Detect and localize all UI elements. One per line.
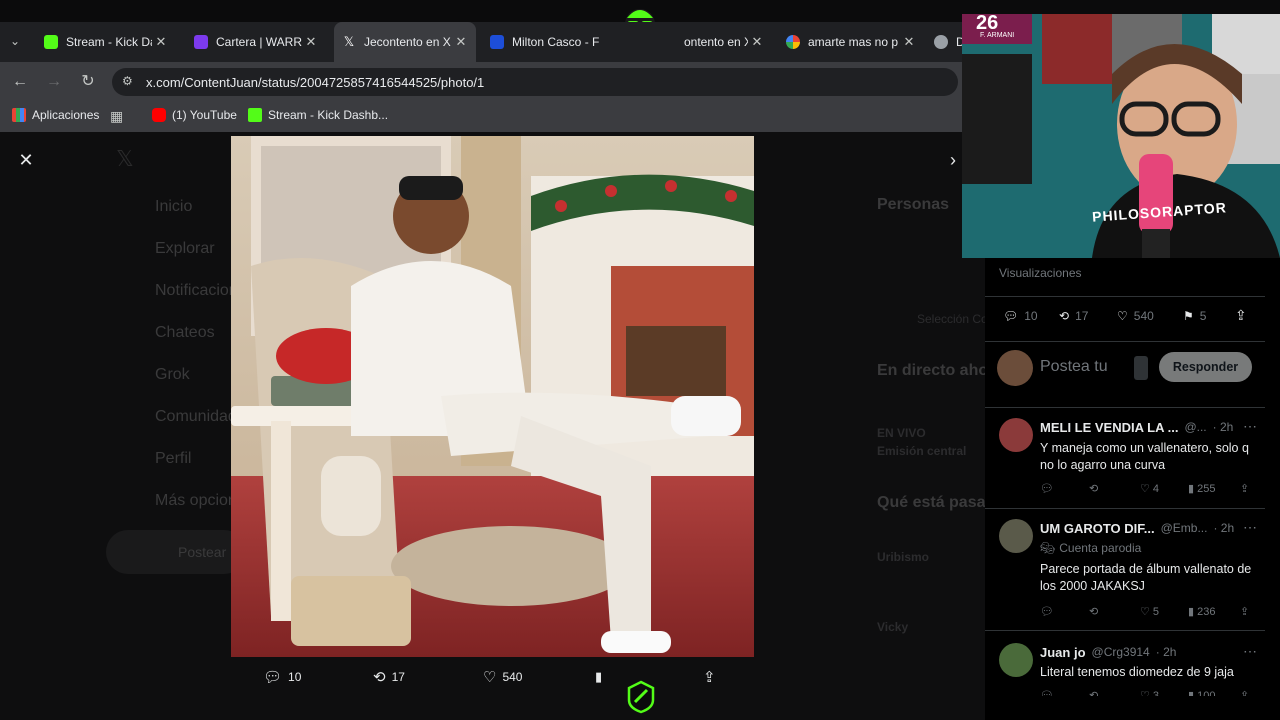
heart-icon: ♡ (1117, 309, 1128, 323)
address-input[interactable]: ⚙ x.com/ContentJuan/status/2004725857416… (112, 68, 958, 96)
globe-icon (934, 35, 948, 49)
close-photo-icon[interactable]: ✕ (16, 150, 36, 170)
grid-icon: ▦ (110, 108, 124, 124)
views-action[interactable]: ▮ 100 (1188, 689, 1215, 696)
like-action[interactable]: ♡ 3 (1140, 689, 1159, 696)
repost-icon[interactable]: ⟲ (1089, 605, 1098, 618)
reload-icon[interactable]: ↻ (76, 70, 100, 94)
tab-jecontento-2[interactable]: ontento en X ✕ (622, 22, 772, 62)
tab-jecontento-active[interactable]: 𝕏 Jecontento en X ✕ (334, 22, 476, 62)
more-options-icon[interactable]: ⋯ (1243, 418, 1257, 435)
google-icon (786, 35, 800, 49)
reply-item[interactable]: MELI LE VENDIA LA ... @... · 2h ⋯ Y mane… (985, 407, 1265, 508)
reply-icon[interactable]: 💬︎ (1040, 482, 1054, 495)
like-button[interactable]: ♡ 540 (483, 668, 522, 686)
youtube-icon (152, 108, 166, 122)
more-options-icon[interactable]: ⋯ (1243, 643, 1257, 660)
tweet-photo[interactable] (231, 136, 754, 657)
repost-icon[interactable]: ⟲ (1089, 689, 1098, 696)
share-icon[interactable]: ⇪ (1240, 689, 1249, 696)
forward-arrow-icon[interactable]: → (42, 70, 66, 94)
reply-avatar (999, 643, 1033, 677)
bookmark-icon: ⚑ (1183, 309, 1194, 323)
share-button[interactable]: ⇪ (703, 668, 716, 686)
views-button[interactable]: ▮ (595, 669, 602, 685)
reply-button[interactable]: 💬︎ 10 (263, 668, 301, 686)
reply-stat[interactable]: 💬︎ 10 (1003, 309, 1038, 323)
repost-icon[interactable]: ⟲ (1089, 482, 1098, 495)
tab-search-chevron-icon[interactable]: ⌄ (10, 34, 20, 48)
site-settings-icon[interactable]: ⚙ (122, 74, 133, 88)
photo-action-bar: 💬︎ 10 ⟲ 17 ♡ 540 ▮ ⇪ (231, 660, 754, 694)
reply-icon: 💬︎ (1003, 309, 1019, 323)
reply-actions: 💬︎ ⟲ ♡ 4 ▮ 255 ⇪ (1040, 482, 1255, 500)
close-tab-icon[interactable]: ✕ (452, 34, 470, 50)
bookmark-youtube[interactable]: (1) YouTube (152, 108, 237, 122)
fm-icon (490, 35, 504, 49)
bookmark-apps[interactable]: Aplicaciones (12, 108, 99, 122)
reply-icon[interactable]: 💬︎ (1040, 605, 1054, 618)
post-button-ghost: Postear (106, 530, 246, 574)
reply-composer-input[interactable]: Postea tu (1040, 358, 1108, 376)
views-action[interactable]: ▮ 236 (1188, 605, 1215, 618)
browser-tab-bar: ⌄ Stream - Kick Da ✕ Cartera | WARRI ✕ 𝕏… (0, 22, 962, 62)
close-tab-icon[interactable]: ✕ (748, 34, 766, 50)
share-icon[interactable]: ⇪ (1240, 482, 1249, 495)
reply-actions: 💬︎ ⟲ ♡ 5 ▮ 236 ⇪ (1040, 605, 1255, 623)
reply-avatar (999, 418, 1033, 452)
reply-item[interactable]: Juan jo @Crg3914 · 2h ⋯ Literal tenemos … (985, 630, 1265, 696)
webcam-overlay: 26 F. ARMANI PHILOSORAPTOR (962, 14, 1280, 258)
parody-badge: 🎭︎ Cuenta parodia (1040, 541, 1142, 555)
x-logo-icon: 𝕏 (343, 34, 355, 49)
reply-avatar (999, 519, 1033, 553)
like-stat[interactable]: ♡ 540 (1117, 309, 1154, 323)
views-bars-icon: ▮ (595, 669, 603, 684)
user-avatar (997, 350, 1033, 386)
bookmark-kick-dashboard[interactable]: Stream - Kick Dashb... (248, 108, 388, 122)
reply-item[interactable]: UM GAROTO DIF... @Emb... · 2h ⋯ 🎭︎ Cuenta… (985, 508, 1265, 630)
views-action[interactable]: ▮ 255 (1188, 482, 1215, 495)
like-action[interactable]: ♡ 5 (1140, 605, 1159, 618)
kick-icon (248, 108, 262, 122)
x-logo-icon: 𝕏 (116, 146, 134, 171)
mask-icon: 🎭︎ (1040, 541, 1056, 555)
close-tab-icon[interactable]: ✕ (152, 34, 170, 50)
tab-amarte-google[interactable]: amarte mas no p ✕ (778, 22, 924, 62)
back-arrow-icon[interactable]: ← (8, 70, 32, 94)
like-action[interactable]: ♡ 4 (1140, 482, 1159, 495)
reply-actions: 💬︎ ⟲ ♡ 3 ▮ 100 ⇪ (1040, 689, 1255, 696)
composer-expand-icon[interactable] (1134, 356, 1148, 380)
tab-stream-kick[interactable]: Stream - Kick Da ✕ (36, 22, 176, 62)
repost-button[interactable]: ⟲ 17 (373, 668, 405, 686)
bookmark-grid[interactable]: ▦ (110, 108, 123, 125)
heart-icon: ♡ (483, 669, 497, 686)
reply-icon: 💬︎ (263, 669, 283, 686)
photo-illustration (231, 136, 754, 657)
share-icon[interactable]: ⇪ (1240, 605, 1249, 618)
bookmarks-bar: Aplicaciones ▦ (1) YouTube Stream - Kick… (0, 102, 962, 132)
reply-submit-button[interactable]: Responder (1159, 352, 1252, 382)
reply-icon[interactable]: 💬︎ (1040, 689, 1054, 696)
tweet-stats-bar: 💬︎ 10 ⟲ 17 ♡ 540 ⚑ 5 ⇪ (985, 296, 1265, 342)
tab-cartera[interactable]: Cartera | WARRI ✕ (186, 22, 326, 62)
share-icon: ⇪ (703, 669, 716, 686)
more-options-icon[interactable]: ⋯ (1243, 519, 1257, 536)
bookmark-stat[interactable]: ⚑ 5 (1183, 309, 1206, 323)
repost-icon: ⟲ (373, 669, 386, 686)
repost-icon: ⟲ (1059, 309, 1070, 323)
tab-milton-casco[interactable]: Milton Casco - F (482, 22, 622, 62)
views-label: Visualizaciones (999, 266, 1082, 280)
repost-stat[interactable]: ⟲ 17 (1059, 309, 1088, 323)
apps-grid-icon (12, 108, 26, 122)
tab-globe[interactable]: D (926, 22, 962, 62)
close-tab-icon[interactable]: ✕ (900, 34, 918, 50)
close-tab-icon[interactable]: ✕ (302, 34, 320, 50)
kick-icon (44, 35, 58, 49)
warrior-icon (194, 35, 208, 49)
stream-badge-icon (626, 680, 656, 714)
share-icon[interactable]: ⇪ (1235, 307, 1247, 324)
